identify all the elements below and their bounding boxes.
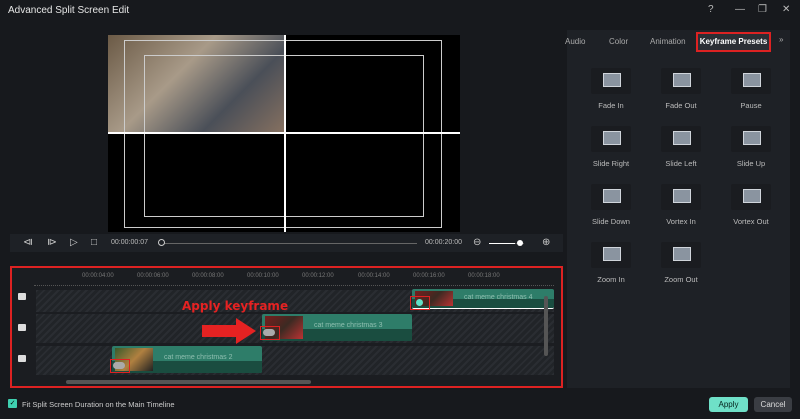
cancel-button[interactable]: Cancel [754,397,792,412]
preset-slide-up[interactable]: Slide Up [719,120,783,176]
keyframe-marker[interactable] [410,296,430,310]
tab-audio[interactable]: Audio [565,37,585,46]
fade-in-icon [591,68,631,94]
ruler-tick: 00:00:04:00 [82,273,114,279]
ruler[interactable] [34,285,554,288]
playback-handle[interactable] [158,239,165,246]
preset-label: Zoom Out [664,275,698,284]
clip-name: cat meme christmas 3 [314,322,383,329]
slide-down-icon [591,184,631,210]
clip-cat-meme-christmas-4[interactable]: cat meme christmas 4 [412,289,554,309]
zoom-in-icon [591,242,631,268]
zoom-out-icon[interactable]: ⊖ [473,237,481,248]
ruler-tick: 00:00:18:00 [468,273,500,279]
fit-duration-label: Fit Split Screen Duration on the Main Ti… [22,400,175,409]
frame-outline [124,40,442,228]
ruler-tick: 00:00:16:00 [413,273,445,279]
vortex-in-icon [661,184,701,210]
keyframe-marker[interactable] [110,359,130,373]
slide-right-icon [591,126,631,152]
playback-slider[interactable] [160,243,417,244]
preset-label: Fade In [598,101,624,110]
slide-up-icon [731,126,771,152]
fade-out-icon [661,68,701,94]
total-time: 00:00:20:00 [425,239,462,246]
preset-fade-in[interactable]: Fade In [579,62,643,118]
preset-pause[interactable]: Pause [719,62,783,118]
more-tabs-icon[interactable]: » [779,35,783,44]
preset-label: Vortex Out [733,217,769,226]
ruler-tick: 00:00:12:00 [302,273,334,279]
track-visibility-icon[interactable] [18,293,26,300]
ruler-tick: 00:00:14:00 [358,273,390,279]
preset-zoom-in[interactable]: Zoom In [579,236,643,292]
ruler-tick: 00:00:08:00 [192,273,224,279]
keyframe-marker[interactable] [260,326,280,340]
zoom-out-icon [661,242,701,268]
pause-icon [731,68,771,94]
preset-zoom-out[interactable]: Zoom Out [649,236,713,292]
close-button[interactable]: ✕ [782,4,790,15]
next-frame-icon[interactable]: ⧐ [47,237,57,248]
preset-label: Vortex In [666,217,696,226]
play-icon[interactable]: ▷ [70,237,78,248]
preset-slide-left[interactable]: Slide Left [649,120,713,176]
fit-duration-checkbox[interactable]: ✓ [8,399,17,408]
preset-label: Slide Up [736,159,766,168]
preset-label: Slide Right [592,159,630,168]
preset-slide-right[interactable]: Slide Right [579,120,643,176]
apply-button[interactable]: Apply [709,397,748,412]
prev-frame-icon[interactable]: ⧏ [23,237,33,248]
split-screen-preview[interactable] [108,35,460,232]
timeline[interactable]: 00:00:04:00 00:00:06:00 00:00:08:00 00:0… [10,266,563,388]
footer: ✓ Fit Split Screen Duration on the Main … [0,392,800,419]
track-visibility-icon[interactable] [18,355,26,362]
vortex-out-icon [731,184,771,210]
tab-color[interactable]: Color [609,37,628,46]
player-controls: ⧏ ⧐ ▷ □ 00:00:00:07 00:00:20:00 ⊖ ⊕ [10,234,563,252]
minimize-button[interactable]: — [735,4,745,15]
preset-label: Pause [740,101,762,110]
preset-fade-out[interactable]: Fade Out [649,62,713,118]
clip-cat-meme-christmas-2[interactable]: cat meme christmas 2 [112,346,262,373]
preset-label: Slide Down [592,217,630,226]
restore-button[interactable]: ❐ [758,4,767,15]
zoom-in-icon[interactable]: ⊕ [542,237,550,248]
clip-name: cat meme christmas 2 [164,354,233,361]
tab-keyframe-presets[interactable]: Keyframe Presets [696,32,771,52]
window-title: Advanced Split Screen Edit [8,5,130,16]
preset-label: Slide Left [665,159,697,168]
preset-vortex-in[interactable]: Vortex In [649,178,713,234]
track-visibility-icon[interactable] [18,324,26,331]
horizontal-scrollbar[interactable] [66,380,311,384]
preset-vortex-out[interactable]: Vortex Out [719,178,783,234]
split-divider-horizontal[interactable] [108,132,460,134]
red-arrow-annotation [202,318,256,344]
ruler-tick: 00:00:06:00 [137,273,169,279]
help-button[interactable]: ? [708,4,714,15]
current-time: 00:00:00:07 [111,239,148,246]
tab-animation[interactable]: Animation [650,37,686,46]
slide-left-icon [661,126,701,152]
annotation-label: Apply keyframe [182,299,289,313]
clip-name: cat meme christmas 4 [464,294,533,301]
properties-panel: Audio Color Animation Keyframe Presets »… [565,30,790,388]
preset-label: Fade Out [665,101,697,110]
clip-cat-meme-christmas-3[interactable]: cat meme christmas 3 [262,314,412,341]
ruler-tick: 00:00:10:00 [247,273,279,279]
preset-slide-down[interactable]: Slide Down [579,178,643,234]
vertical-scrollbar[interactable] [544,296,548,356]
preset-label: Zoom In [597,275,625,284]
zoom-handle[interactable] [517,240,523,246]
stop-icon[interactable]: □ [91,237,97,248]
